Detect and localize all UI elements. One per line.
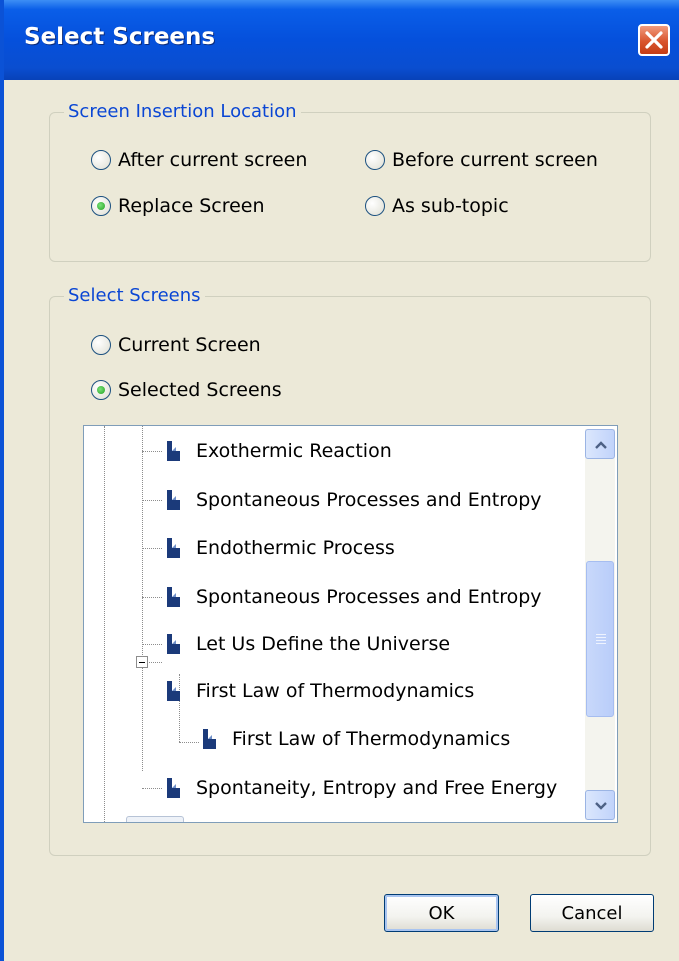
- tree-guide-line: [142, 548, 162, 549]
- radio-as-sub-topic[interactable]: As sub-topic: [365, 194, 509, 218]
- radio-label: Selected Screens: [118, 379, 282, 401]
- radio-circle[interactable]: [91, 196, 111, 216]
- tree-guide-line: [149, 662, 162, 663]
- scroll-grip: [596, 640, 606, 641]
- tree-node-partial: [126, 816, 184, 822]
- arrow-up-icon: [595, 441, 607, 449]
- tree-node-label: Spontaneous Processes and Entropy: [196, 489, 542, 511]
- document-icon: [167, 538, 180, 558]
- radio-current-screen[interactable]: Current Screen: [91, 333, 261, 357]
- document-icon: [167, 441, 180, 461]
- radio-label: Current Screen: [118, 334, 261, 356]
- radio-circle[interactable]: [91, 335, 111, 355]
- scroll-grip: [596, 637, 606, 638]
- radio-label: Before current screen: [392, 149, 598, 171]
- scroll-grip: [596, 634, 606, 635]
- title-bar[interactable]: Select Screens: [4, 0, 679, 80]
- radio-after-current-screen[interactable]: After current screen: [91, 148, 307, 172]
- dialog-title: Select Screens: [24, 24, 216, 50]
- tree-node[interactable]: Endothermic Process: [166, 533, 395, 563]
- cancel-button[interactable]: Cancel: [530, 894, 654, 932]
- ok-button[interactable]: OK: [384, 894, 499, 932]
- scroll-grip: [596, 643, 606, 644]
- select-screens-dialog: Select Screens Screen Insertion Location…: [0, 0, 679, 961]
- insertion-location-group: Screen Insertion Location: [49, 101, 651, 262]
- scroll-down-button[interactable]: [585, 790, 615, 820]
- tree-node[interactable]: First Law of Thermodynamics: [166, 676, 474, 706]
- tree-node[interactable]: Spontaneous Processes and Entropy: [166, 582, 542, 612]
- document-icon: [167, 681, 180, 701]
- collapse-toggle[interactable]: [136, 656, 148, 668]
- tree-node[interactable]: Exothermic Reaction: [166, 436, 392, 466]
- radio-circle[interactable]: [365, 150, 385, 170]
- ok-button-label: OK: [428, 902, 455, 924]
- cancel-button-label: Cancel: [561, 902, 623, 924]
- radio-label: As sub-topic: [392, 195, 509, 217]
- document-icon: [167, 490, 180, 510]
- tree-node-label: Spontaneity, Entropy and Free Energy: [196, 777, 558, 799]
- radio-circle[interactable]: [91, 380, 111, 400]
- tree-node[interactable]: First Law of Thermodynamics: [202, 724, 510, 754]
- tree-guide-line: [179, 742, 199, 743]
- insertion-location-legend: Screen Insertion Location: [64, 101, 301, 123]
- radio-circle[interactable]: [91, 150, 111, 170]
- tree-node[interactable]: Spontaneous Processes and Entropy: [166, 485, 542, 515]
- tree-scrollbar[interactable]: [585, 429, 615, 820]
- scroll-thumb[interactable]: [586, 561, 614, 717]
- document-icon: [167, 634, 180, 654]
- tree-guide-line: [142, 788, 162, 789]
- radio-circle[interactable]: [365, 196, 385, 216]
- tree-node-label: Spontaneous Processes and Entropy: [196, 586, 542, 608]
- document-icon: [167, 587, 180, 607]
- scroll-up-button[interactable]: [585, 429, 615, 459]
- tree-node-label: Endothermic Process: [196, 537, 395, 559]
- screens-tree-view[interactable]: Exothermic Reaction Spontaneous Processes…: [83, 425, 618, 823]
- tree-guide-line: [142, 597, 162, 598]
- tree-guide-line: [142, 426, 143, 771]
- radio-label: After current screen: [118, 149, 308, 171]
- tree-node-label: Let Us Define the Universe: [196, 633, 451, 655]
- radio-selected-screens[interactable]: Selected Screens: [91, 378, 282, 402]
- tree-guide-line: [142, 644, 162, 645]
- tree-node-label: Exothermic Reaction: [196, 440, 392, 462]
- radio-before-current-screen[interactable]: Before current screen: [365, 148, 598, 172]
- tree-node[interactable]: Let Us Define the Universe: [166, 629, 450, 659]
- close-icon: [645, 31, 663, 49]
- tree-guide-line: [142, 451, 162, 452]
- tree-node[interactable]: Spontaneity, Entropy and Free Energy: [166, 773, 557, 803]
- close-button[interactable]: [638, 24, 670, 56]
- tree-guide-line: [142, 500, 162, 501]
- document-icon: [203, 729, 216, 749]
- tree-guide-line: [104, 426, 105, 822]
- document-icon: [167, 778, 180, 798]
- radio-replace-screen[interactable]: Replace Screen: [91, 194, 265, 218]
- tree-node-label: First Law of Thermodynamics: [196, 680, 475, 702]
- tree-node-label: First Law of Thermodynamics: [232, 728, 511, 750]
- radio-label: Replace Screen: [118, 195, 265, 217]
- arrow-down-icon: [595, 802, 607, 810]
- select-screens-legend: Select Screens: [64, 285, 205, 307]
